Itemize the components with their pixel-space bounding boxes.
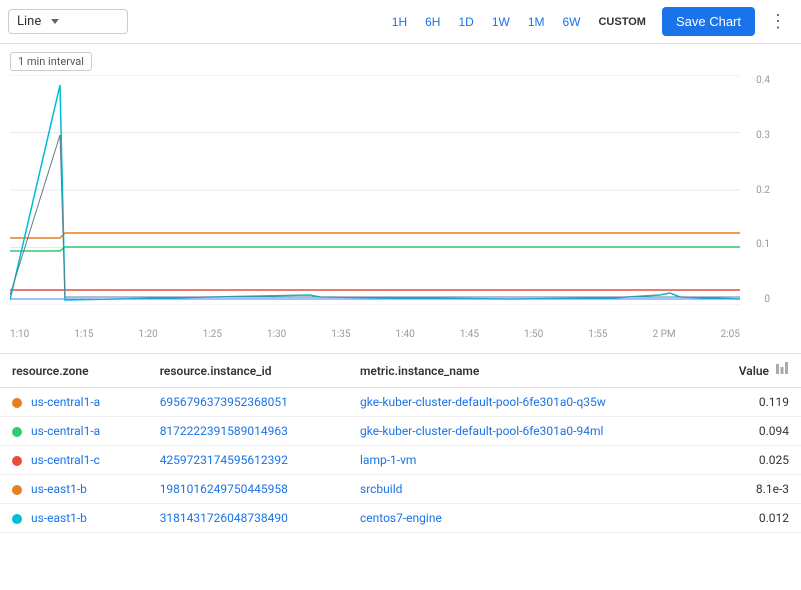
instance-id-link[interactable]: 3181431726048738490 bbox=[160, 511, 288, 525]
table-row: us-central1-a 6956796373952368051 gke-ku… bbox=[0, 388, 801, 417]
series-dot bbox=[12, 398, 22, 408]
table-row: us-east1-b 3181431726048738490 centos7-e… bbox=[0, 504, 801, 533]
chart-wrapper: 0.4 0.3 0.2 0.1 0 1:10 1:15 1:20 1:25 1:… bbox=[10, 75, 770, 340]
cell-value: 0.119 bbox=[703, 388, 801, 417]
time-1w-button[interactable]: 1W bbox=[484, 11, 518, 33]
chart-type-dropdown[interactable]: Line bbox=[8, 9, 128, 34]
col-header-zone: resource.zone bbox=[0, 354, 148, 388]
instance-id-link[interactable]: 8172222391589014963 bbox=[160, 424, 288, 438]
cell-instance-name: lamp-1-vm bbox=[348, 446, 703, 475]
cell-zone: us-east1-b bbox=[0, 475, 148, 504]
cell-instance-name: gke-kuber-cluster-default-pool-6fe301a0-… bbox=[348, 417, 703, 446]
series-dot bbox=[12, 427, 22, 437]
zone-link[interactable]: us-central1-a bbox=[31, 395, 100, 409]
time-1m-button[interactable]: 1M bbox=[520, 11, 553, 33]
x-label-12: 2:05 bbox=[721, 329, 740, 340]
x-label-4: 1:25 bbox=[203, 329, 222, 340]
x-label-1: 1:10 bbox=[10, 329, 29, 340]
y-label-0: 0 bbox=[738, 294, 770, 305]
column-options-icon[interactable] bbox=[775, 362, 789, 379]
instance-name-link[interactable]: centos7-engine bbox=[360, 511, 442, 525]
series-dot bbox=[12, 514, 22, 524]
instance-id-link[interactable]: 1981016249750445958 bbox=[160, 482, 288, 496]
x-axis: 1:10 1:15 1:20 1:25 1:30 1:35 1:40 1:45 … bbox=[10, 329, 740, 340]
instance-name-link[interactable]: lamp-1-vm bbox=[360, 453, 416, 467]
save-chart-button[interactable]: Save Chart bbox=[662, 7, 755, 36]
time-1d-button[interactable]: 1D bbox=[450, 11, 481, 33]
zone-link[interactable]: us-central1-a bbox=[31, 424, 100, 438]
instance-name-link[interactable]: gke-kuber-cluster-default-pool-6fe301a0-… bbox=[360, 424, 603, 438]
x-label-10: 1:55 bbox=[588, 329, 607, 340]
zone-link[interactable]: us-east1-b bbox=[31, 511, 87, 525]
cell-instance-name: gke-kuber-cluster-default-pool-6fe301a0-… bbox=[348, 388, 703, 417]
x-label-9: 1:50 bbox=[524, 329, 543, 340]
chart-area: 1 min interval 0.4 bbox=[0, 44, 801, 354]
zone-link[interactable]: us-central1-c bbox=[31, 453, 100, 467]
series-dot bbox=[12, 456, 22, 466]
x-label-2: 1:15 bbox=[74, 329, 93, 340]
cell-instance-name: centos7-engine bbox=[348, 504, 703, 533]
series-dot bbox=[12, 485, 22, 495]
col-header-value: Value bbox=[703, 354, 801, 387]
instance-name-link[interactable]: gke-kuber-cluster-default-pool-6fe301a0-… bbox=[360, 395, 606, 409]
table-row: us-east1-b 1981016249750445958 srcbuild … bbox=[0, 475, 801, 504]
table-row: us-central1-a 8172222391589014963 gke-ku… bbox=[0, 417, 801, 446]
time-1h-button[interactable]: 1H bbox=[384, 11, 415, 33]
cell-zone: us-central1-a bbox=[0, 417, 148, 446]
interval-badge: 1 min interval bbox=[10, 52, 92, 71]
data-table: resource.zone resource.instance_id metri… bbox=[0, 354, 801, 533]
table-header-row: resource.zone resource.instance_id metri… bbox=[0, 354, 801, 388]
line-chart-svg bbox=[10, 75, 740, 305]
col-header-instance-id: resource.instance_id bbox=[148, 354, 348, 388]
cell-instance-name: srcbuild bbox=[348, 475, 703, 504]
zone-link[interactable]: us-east1-b bbox=[31, 482, 87, 496]
instance-id-link[interactable]: 4259723174595612392 bbox=[160, 453, 288, 467]
cell-instance-id: 3181431726048738490 bbox=[148, 504, 348, 533]
time-custom-button[interactable]: CUSTOM bbox=[590, 12, 653, 32]
x-label-8: 1:45 bbox=[460, 329, 479, 340]
y-axis: 0.4 0.3 0.2 0.1 0 bbox=[738, 75, 770, 305]
col-header-instance-name: metric.instance_name bbox=[348, 354, 703, 388]
cell-value: 0.025 bbox=[703, 446, 801, 475]
y-label-0.4: 0.4 bbox=[738, 75, 770, 86]
toolbar: Line 1H 6H 1D 1W 1M 6W CUSTOM Save Chart… bbox=[0, 0, 801, 44]
time-6h-button[interactable]: 6H bbox=[417, 11, 448, 33]
table-row: us-central1-c 4259723174595612392 lamp-1… bbox=[0, 446, 801, 475]
cell-value: 8.1e-3 bbox=[703, 475, 801, 504]
y-label-0.2: 0.2 bbox=[738, 185, 770, 196]
cell-zone: us-central1-c bbox=[0, 446, 148, 475]
instance-id-link[interactable]: 6956796373952368051 bbox=[160, 395, 288, 409]
y-label-0.3: 0.3 bbox=[738, 130, 770, 141]
time-6w-button[interactable]: 6W bbox=[554, 11, 588, 33]
cell-instance-id: 6956796373952368051 bbox=[148, 388, 348, 417]
cell-zone: us-central1-a bbox=[0, 388, 148, 417]
cell-instance-id: 1981016249750445958 bbox=[148, 475, 348, 504]
x-label-7: 1:40 bbox=[396, 329, 415, 340]
time-range-buttons: 1H 6H 1D 1W 1M 6W CUSTOM bbox=[384, 11, 654, 33]
x-label-3: 1:20 bbox=[139, 329, 158, 340]
chart-type-label: Line bbox=[17, 14, 41, 29]
x-label-11: 2 PM bbox=[653, 329, 676, 340]
data-table-section: resource.zone resource.instance_id metri… bbox=[0, 354, 801, 533]
chevron-down-icon bbox=[51, 19, 59, 24]
cell-instance-id: 8172222391589014963 bbox=[148, 417, 348, 446]
cell-value: 0.012 bbox=[703, 504, 801, 533]
instance-name-link[interactable]: srcbuild bbox=[360, 482, 402, 496]
cell-value: 0.094 bbox=[703, 417, 801, 446]
cell-instance-id: 4259723174595612392 bbox=[148, 446, 348, 475]
x-label-5: 1:30 bbox=[267, 329, 286, 340]
x-label-6: 1:35 bbox=[331, 329, 350, 340]
cell-zone: us-east1-b bbox=[0, 504, 148, 533]
y-label-0.1: 0.1 bbox=[738, 239, 770, 250]
more-options-button[interactable]: ⋮ bbox=[763, 7, 793, 36]
